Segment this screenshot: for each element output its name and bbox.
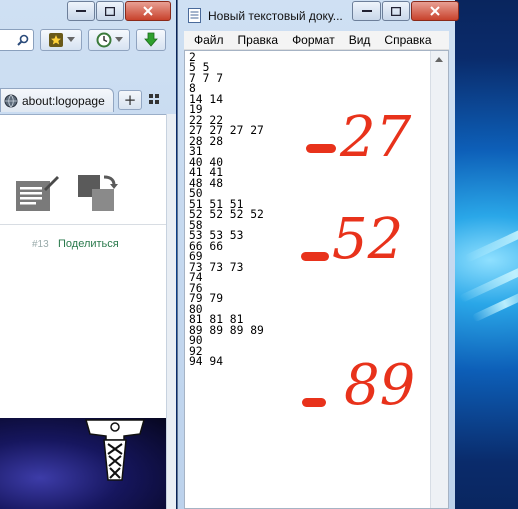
annotation-dash — [302, 398, 326, 407]
page-content: #13 Поделиться — [0, 114, 166, 419]
download-arrow-icon — [144, 32, 158, 47]
annotation-52: 52 — [332, 207, 404, 272]
tab-about-logopage[interactable]: about:logopage — [0, 88, 114, 112]
menu-format[interactable]: Формат — [292, 33, 335, 47]
notepad-titlebar[interactable]: Новый текстовый доку... — [178, 0, 459, 30]
globe-icon — [4, 94, 18, 107]
minimize-button[interactable] — [67, 1, 95, 21]
close-icon — [430, 6, 440, 16]
text-line: 7 7 7 — [189, 71, 224, 85]
editor-text: 25 57 7 7 8 14 14 19 22 22 27 27 27 27 28 28 31… — [189, 52, 264, 369]
new-tab-button[interactable]: + — [118, 90, 142, 110]
content-divider — [0, 224, 166, 225]
search-button[interactable] — [0, 29, 34, 51]
annotation-dash — [301, 252, 329, 261]
maximize-button[interactable] — [96, 1, 124, 21]
tab-label: about:logopage — [22, 93, 105, 108]
notepad-title: Новый текстовый доку... — [208, 9, 343, 23]
minimize-icon — [76, 10, 86, 12]
chevron-down-icon — [114, 37, 123, 42]
maximize-icon — [105, 6, 115, 16]
minimize-button[interactable] — [352, 1, 381, 21]
maximize-icon — [391, 6, 401, 16]
editor-scrollbar[interactable] — [430, 51, 448, 508]
menu-help[interactable]: Справка — [384, 33, 431, 47]
menu-file[interactable]: Файл — [194, 33, 224, 47]
scroll-up-button[interactable] — [431, 51, 447, 67]
bookmark-star-icon — [48, 33, 63, 47]
edit-note-icon[interactable] — [14, 173, 60, 213]
share-link[interactable]: Поделиться — [58, 238, 119, 250]
list-all-tabs-icon[interactable] — [149, 94, 159, 104]
notepad-window-controls — [352, 1, 460, 21]
chevron-down-icon — [66, 37, 75, 42]
close-button[interactable] — [411, 1, 459, 21]
annotation-27: 27 — [340, 105, 412, 170]
annotation-89: 89 — [344, 353, 416, 418]
search-icon — [17, 34, 29, 46]
history-clock-icon — [96, 32, 111, 48]
maximize-button[interactable] — [382, 1, 410, 21]
share-count: #13 — [32, 239, 49, 250]
menu-view[interactable]: Вид — [349, 33, 371, 47]
annotation-dash — [306, 144, 336, 153]
downloads-button[interactable] — [136, 29, 166, 51]
chevron-up-icon — [435, 56, 443, 62]
notepad-menubar: Файл Правка Формат Вид Справка — [184, 31, 449, 50]
wallpaper-streak — [463, 205, 518, 263]
browser-scrollbar[interactable] — [166, 114, 176, 509]
close-button[interactable] — [125, 1, 171, 21]
browser-dark-background — [0, 418, 166, 509]
restore-tabs-icon[interactable] — [76, 171, 120, 215]
text-line: 94 94 — [189, 355, 224, 369]
menu-edit[interactable]: Правка — [238, 33, 279, 47]
close-icon — [143, 6, 153, 16]
thor-hammer-icon — [85, 419, 145, 481]
browser-window: about:logopage + #13 Поделиться — [0, 0, 176, 509]
minimize-icon — [361, 10, 372, 12]
history-button[interactable] — [88, 29, 130, 51]
browser-window-controls — [67, 1, 172, 21]
tab-strip: about:logopage + — [0, 86, 176, 114]
bookmarks-button[interactable] — [40, 29, 82, 51]
navigation-toolbar — [0, 28, 176, 54]
document-icon — [188, 8, 201, 23]
